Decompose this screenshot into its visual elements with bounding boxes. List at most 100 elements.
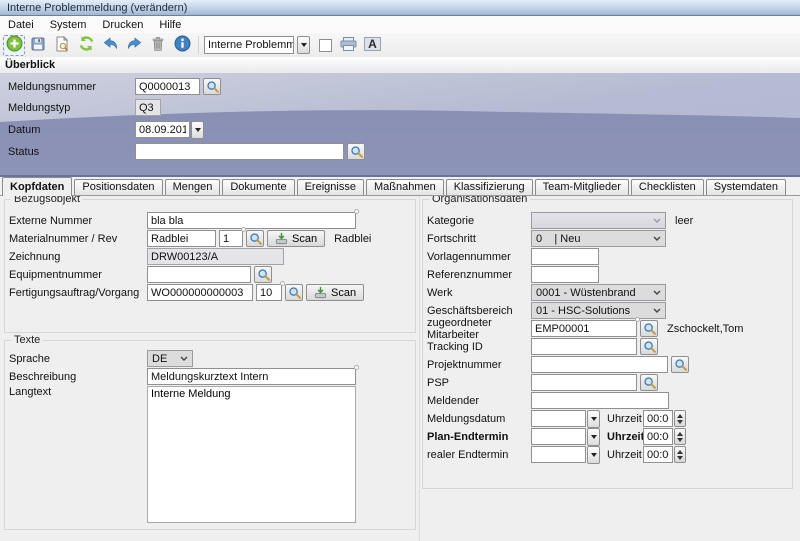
equipmentnummer-label: Equipmentnummer [9, 269, 147, 281]
materialnummer-row: Materialnummer / Rev Scan Radblei [5, 230, 415, 247]
print-profile-combobox[interactable]: Interne Problemmel... [204, 36, 294, 54]
werk-combobox[interactable]: 0001 - Wüstenbrand [531, 284, 666, 301]
meldungsdatum-input[interactable] [531, 410, 586, 427]
equipmentnummer-input[interactable] [147, 266, 251, 283]
fertigungsauftrag-input[interactable] [147, 284, 253, 301]
fertigungsauftrag-search-button[interactable] [285, 284, 303, 301]
realer-endtermin-input[interactable] [531, 446, 586, 463]
menu-system[interactable]: System [42, 16, 95, 33]
new-button[interactable] [3, 35, 25, 56]
fortschritt-combobox[interactable]: 0 | Neu [531, 230, 666, 247]
menu-drucken[interactable]: Drucken [94, 16, 151, 33]
vorgang-input[interactable] [256, 284, 282, 301]
info-button[interactable] [171, 35, 193, 56]
bezugsobjekt-groupbox: Bezugsobjekt Externe Nummer Materialnumm… [4, 199, 416, 333]
field-marker-icon [354, 365, 359, 370]
langtext-textarea[interactable]: Interne Meldung [147, 386, 356, 523]
tab-massnahmen[interactable]: Maßnahmen [366, 179, 444, 195]
psp-search-button[interactable] [640, 374, 658, 391]
toolbar-separator [198, 36, 199, 54]
werk-value: 0001 - Wüstenbrand [536, 287, 636, 299]
beschreibung-input[interactable] [147, 368, 356, 385]
tab-team-mitglieder[interactable]: Team-Mitglieder [535, 179, 629, 195]
realer-endtermin-dropdown-button[interactable] [587, 446, 600, 464]
mitarbeiter-search-button[interactable] [640, 320, 658, 337]
projektnummer-search-button[interactable] [671, 356, 689, 373]
plan-endtermin-time-stepper[interactable] [674, 428, 686, 445]
mitarbeiter-label: zugeordneter Mitarbeiter [427, 317, 531, 341]
sprache-combobox[interactable]: DE [147, 350, 193, 367]
plan-endtermin-time-input[interactable] [643, 428, 673, 445]
redo-button[interactable] [123, 35, 145, 56]
tracking-id-input[interactable] [531, 338, 637, 355]
kategorie-label: Kategorie [427, 215, 531, 227]
tracking-id-search-button[interactable] [640, 338, 658, 355]
print-option-checkbox[interactable] [319, 39, 332, 52]
curved-arrow-right-icon [126, 35, 143, 55]
externe-nummer-input[interactable] [147, 212, 356, 229]
realer-endtermin-uhrzeit-label: Uhrzeit [607, 449, 643, 461]
mitarbeiter-input[interactable] [531, 320, 637, 337]
geschaeftsbereich-combobox[interactable]: 01 - HSC-Solutions [531, 302, 666, 319]
plan-endtermin-input[interactable] [531, 428, 586, 445]
meldungsdatum-dropdown-button[interactable] [587, 410, 600, 428]
mitarbeiter-row: zugeordneter Mitarbeiter Zschockelt,Tom [423, 320, 792, 337]
tab-kopfdaten[interactable]: Kopfdaten [2, 177, 72, 196]
vorlagennummer-input[interactable] [531, 248, 599, 265]
tab-ereignisse[interactable]: Ereignisse [297, 179, 364, 195]
psp-input[interactable] [531, 374, 637, 391]
tab-klassifizierung[interactable]: Klassifizierung [446, 179, 533, 195]
status-input[interactable] [135, 143, 344, 160]
datum-input[interactable] [135, 121, 190, 138]
referenznummer-input[interactable] [531, 266, 599, 283]
equipment-search-button[interactable] [254, 266, 272, 283]
material-scan-label: Scan [292, 233, 317, 245]
info-circle-icon [174, 35, 191, 55]
materialnummer-input[interactable] [147, 230, 216, 247]
status-search-button[interactable] [347, 143, 365, 160]
realer-endtermin-time-input[interactable] [643, 446, 673, 463]
tab-positionsdaten[interactable]: Positionsdaten [74, 179, 162, 195]
meldender-input[interactable] [531, 392, 669, 409]
sprache-label: Sprache [9, 353, 147, 365]
plan-endtermin-dropdown-button[interactable] [587, 428, 600, 446]
preview-button[interactable] [51, 35, 73, 56]
delete-button[interactable] [147, 35, 169, 56]
datum-dropdown-button[interactable] [191, 121, 204, 139]
print-button[interactable] [337, 35, 359, 56]
window-titlebar[interactable]: Interne Problemmeldung (verändern) [0, 0, 800, 16]
material-scan-button[interactable]: Scan [267, 230, 325, 247]
beschreibung-row: Beschreibung [5, 368, 415, 385]
geschaeftsbereich-label: Geschäftsbereich [427, 305, 531, 317]
projektnummer-input[interactable] [531, 356, 668, 373]
realer-endtermin-time-stepper[interactable] [674, 446, 686, 463]
material-revision-input[interactable] [219, 230, 243, 247]
tab-checklisten[interactable]: Checklisten [631, 179, 704, 195]
menu-datei[interactable]: Datei [0, 16, 42, 33]
spin-up-icon [677, 432, 683, 436]
meldungsnummer-input[interactable] [135, 78, 200, 95]
beschreibung-label: Beschreibung [9, 371, 147, 383]
save-button[interactable] [27, 35, 49, 56]
kategorie-row: Kategorie leer [423, 212, 792, 229]
tab-systemdaten[interactable]: Systemdaten [706, 179, 786, 195]
zeichnung-input [147, 248, 284, 265]
tab-mengen[interactable]: Mengen [165, 179, 221, 195]
tab-dokumente[interactable]: Dokumente [222, 179, 294, 195]
status-label: Status [0, 146, 135, 158]
refresh-button[interactable] [75, 35, 97, 56]
sprache-value: DE [152, 353, 167, 365]
dropdown-arrow-icon [591, 435, 597, 439]
fertigungsauftrag-scan-button[interactable]: Scan [306, 284, 364, 301]
font-button[interactable]: A [361, 35, 383, 56]
material-search-button[interactable] [246, 230, 264, 247]
meldungsnummer-search-button[interactable] [203, 78, 221, 95]
print-profile-dropdown-button[interactable] [297, 36, 310, 54]
scan-icon [314, 286, 327, 299]
undo-button[interactable] [99, 35, 121, 56]
menu-hilfe[interactable]: Hilfe [151, 16, 189, 33]
equipmentnummer-row: Equipmentnummer [5, 266, 415, 283]
meldungsdatum-time-stepper[interactable] [674, 410, 686, 427]
fertigungsauftrag-scan-label: Scan [331, 287, 356, 299]
meldungsdatum-time-input[interactable] [643, 410, 673, 427]
